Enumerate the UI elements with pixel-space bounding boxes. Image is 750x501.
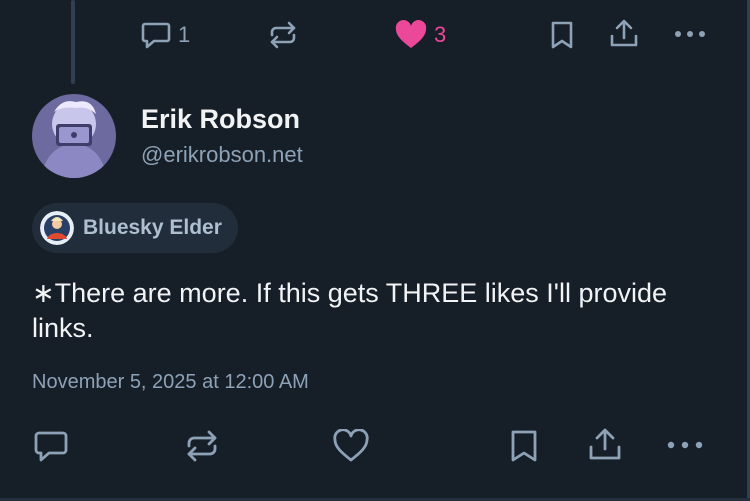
post-text: ∗There are more. If this gets THREE like…: [32, 278, 668, 343]
badge-avatar-icon: [40, 211, 74, 245]
parent-bookmark-button[interactable]: [549, 20, 575, 50]
author-avatar[interactable]: [32, 94, 116, 178]
repost-icon: [267, 20, 299, 50]
heart-outline-icon: [332, 429, 370, 463]
repost-icon: [184, 429, 220, 463]
heart-filled-icon: [394, 20, 428, 50]
author-handle[interactable]: @erikrobson.net: [141, 142, 303, 168]
post-action-bar: [0, 424, 745, 464]
reply-icon: [140, 20, 172, 50]
author-display-name[interactable]: Erik Robson: [141, 104, 300, 135]
parent-post-action-bar: 1 3: [0, 14, 745, 54]
more-icon: [665, 433, 705, 457]
more-options-button[interactable]: [665, 433, 705, 457]
parent-like-count: 3: [434, 22, 447, 47]
bookmark-icon: [549, 20, 575, 50]
parent-reply-count: 1: [178, 22, 191, 47]
bookmark-button[interactable]: [509, 429, 539, 463]
post-timestamp[interactable]: November 5, 2025 at 12:00 AM: [32, 371, 309, 394]
parent-like-button[interactable]: 3: [394, 20, 446, 50]
verification-badge[interactable]: Bluesky Elder: [32, 203, 238, 253]
reply-icon: [33, 429, 69, 463]
share-icon: [587, 427, 623, 463]
bookmark-icon: [509, 429, 539, 463]
parent-reply-button[interactable]: 1: [140, 20, 190, 50]
share-icon: [608, 18, 640, 50]
share-button[interactable]: [587, 427, 623, 463]
repost-button[interactable]: [184, 429, 220, 463]
more-icon: [672, 22, 708, 46]
parent-repost-button[interactable]: [267, 20, 299, 50]
parent-more-button[interactable]: [672, 22, 708, 46]
like-button[interactable]: [332, 429, 370, 463]
reply-button[interactable]: [33, 429, 69, 463]
parent-share-button[interactable]: [608, 18, 640, 50]
badge-label: Bluesky Elder: [83, 216, 222, 239]
